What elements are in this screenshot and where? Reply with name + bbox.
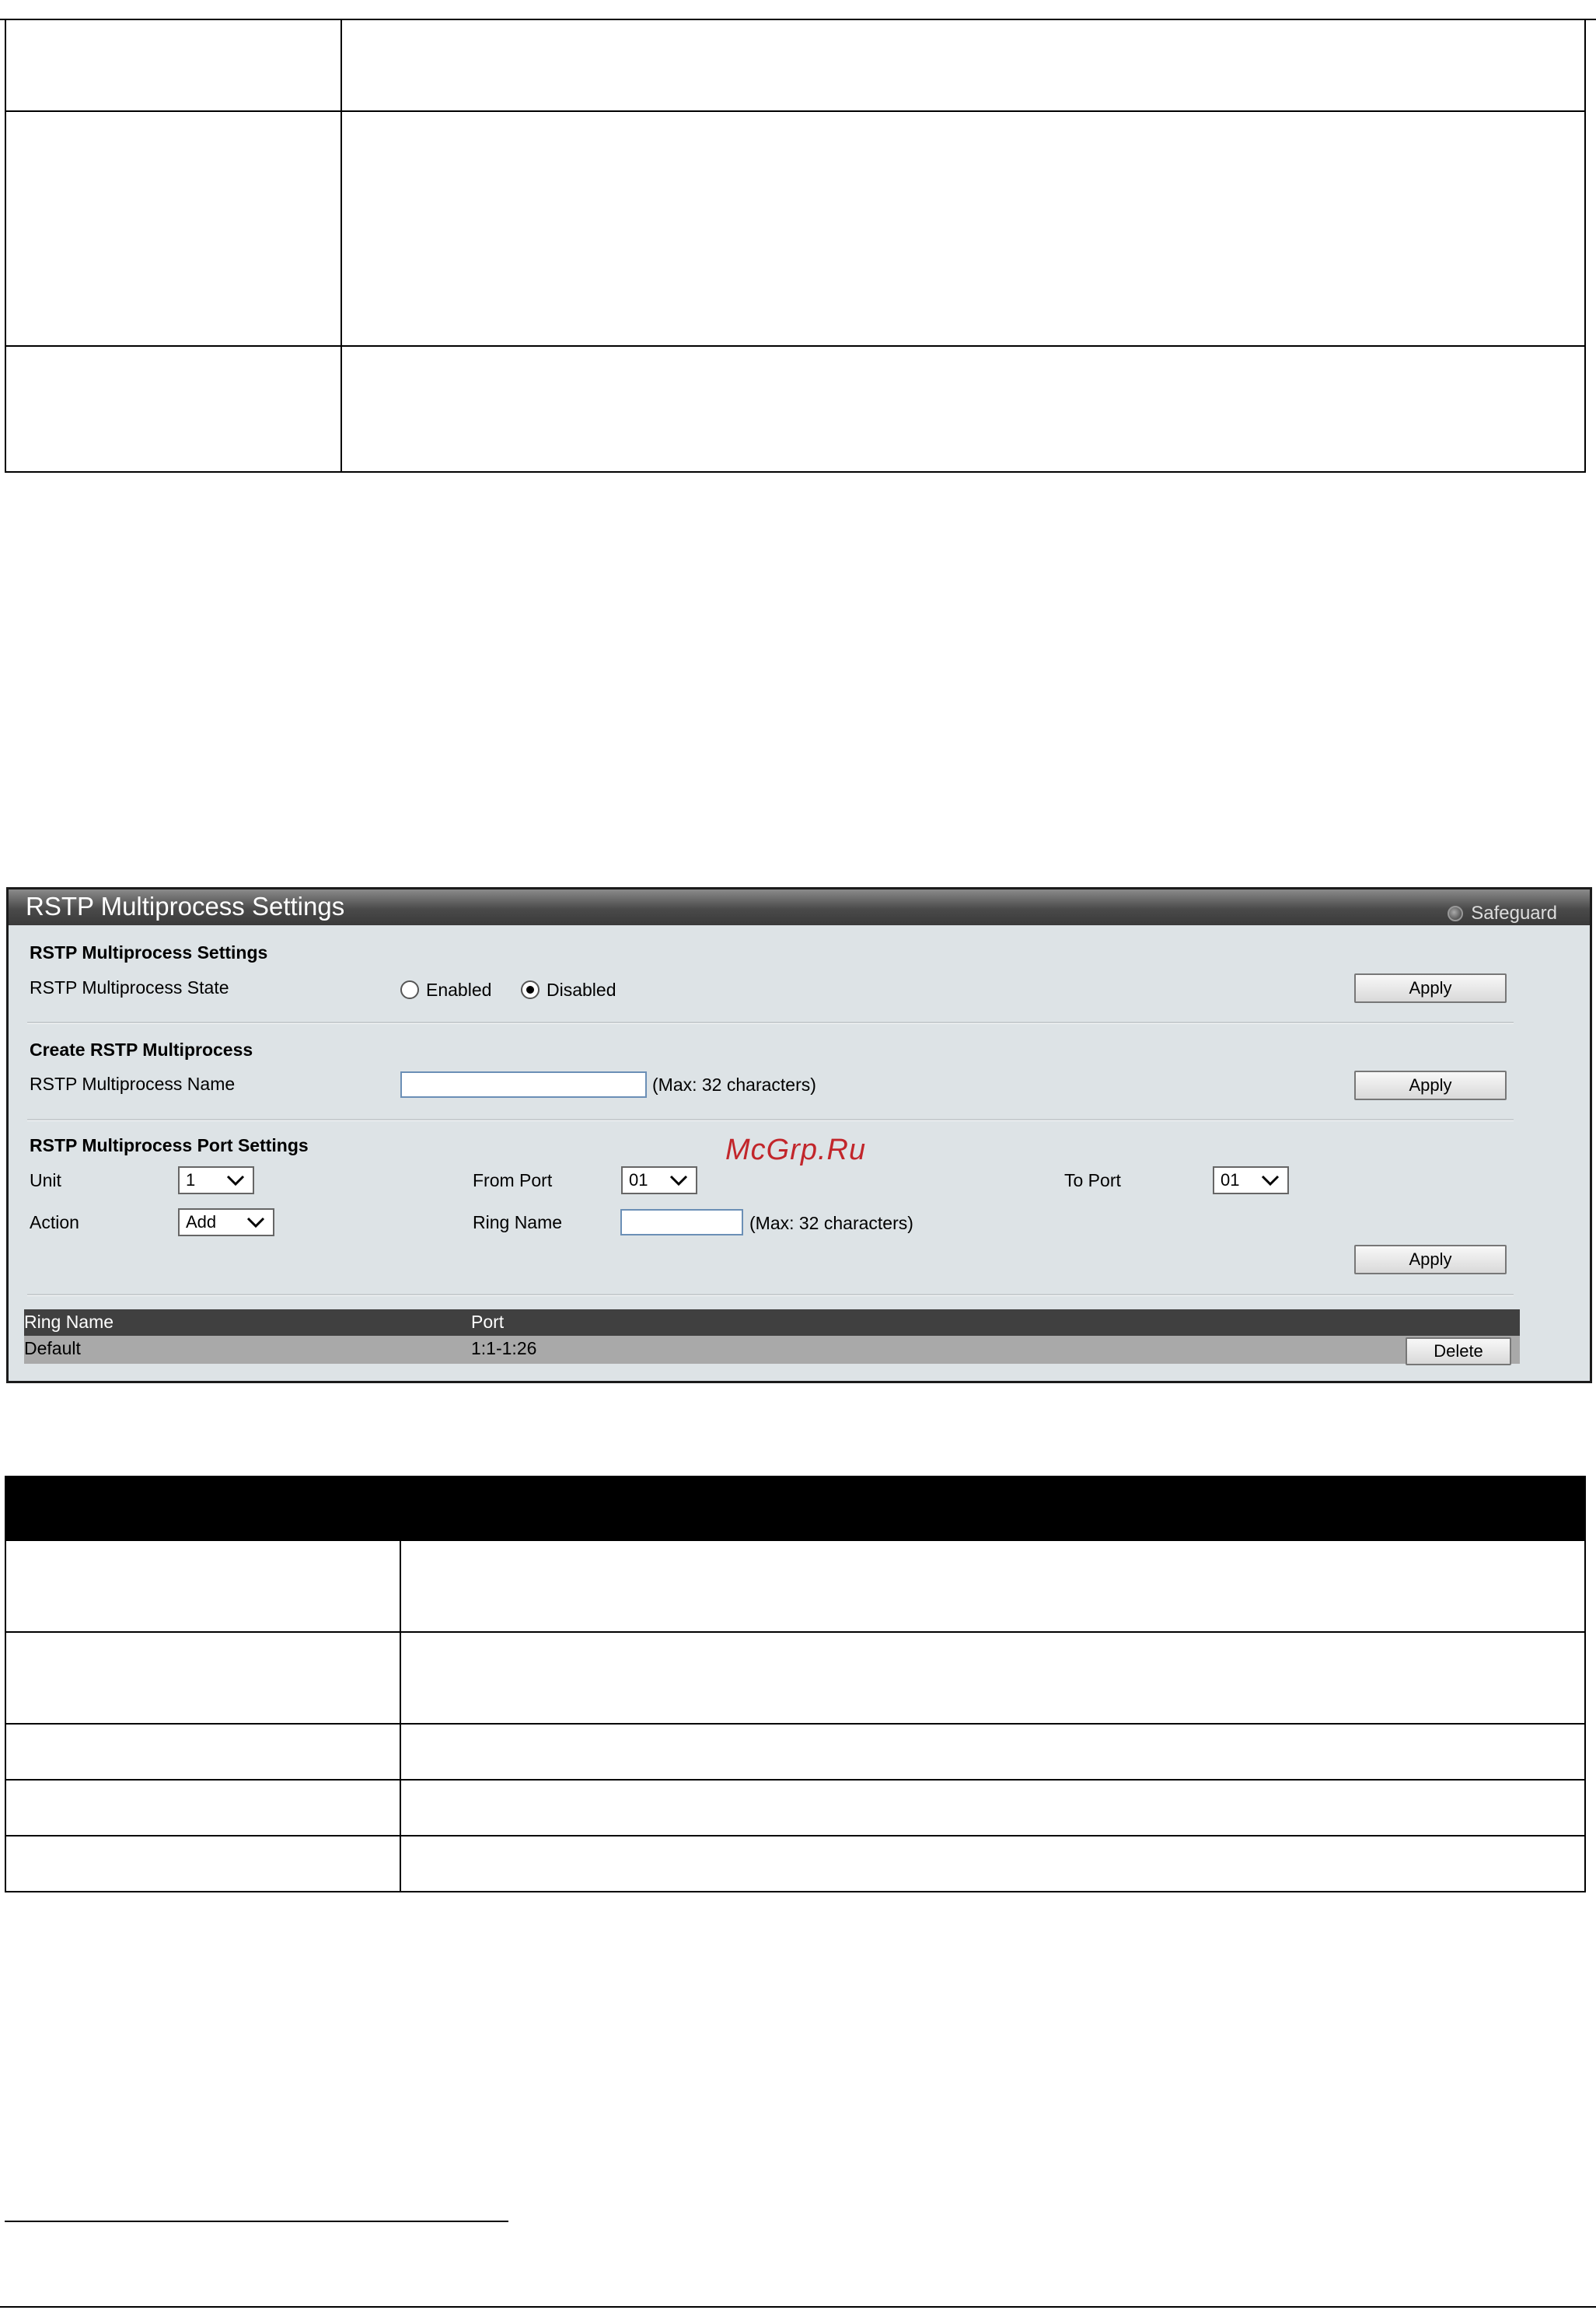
name-label: RSTP Multiprocess Name	[30, 1074, 236, 1094]
delete-button[interactable]: Delete	[1406, 1337, 1511, 1365]
port-apply-button[interactable]: Apply	[1354, 1245, 1507, 1274]
ring-name-input[interactable]	[620, 1209, 743, 1235]
table-cell	[5, 1835, 401, 1892]
from-port-value: 01	[629, 1170, 648, 1190]
table-cell	[400, 1631, 1586, 1725]
name-max-hint: (Max: 32 characters)	[652, 1075, 816, 1095]
create-apply-button[interactable]: Apply	[1354, 1071, 1507, 1100]
table-cell	[5, 110, 342, 347]
table-cell	[341, 19, 1586, 112]
chevron-down-icon	[669, 1175, 688, 1186]
table-cell	[341, 345, 1586, 473]
ring-table-header: Ring Name Port	[24, 1309, 1520, 1336]
safeguard-label: Safeguard	[1471, 903, 1557, 924]
table-cell	[5, 1539, 401, 1633]
settings-section-title: RSTP Multiprocess Settings	[30, 942, 268, 963]
to-port-select[interactable]: 01	[1213, 1166, 1289, 1194]
port-cell: 1:1-1:26	[471, 1338, 537, 1358]
bottom-rule	[0, 2306, 1596, 2308]
from-port-select[interactable]: 01	[621, 1166, 697, 1194]
table-cell	[400, 1779, 1586, 1836]
table-cell	[5, 1723, 401, 1781]
chevron-down-icon	[246, 1217, 265, 1228]
table-header-cell	[5, 1476, 401, 1541]
disabled-radio[interactable]	[521, 980, 540, 999]
table-cell	[5, 1779, 401, 1836]
from-port-label: From Port	[473, 1170, 553, 1190]
enabled-label: Enabled	[426, 980, 492, 1000]
port-header: Port	[471, 1312, 505, 1332]
enabled-radio[interactable]	[400, 980, 419, 999]
unit-label: Unit	[30, 1170, 61, 1190]
ring-name-max-hint: (Max: 32 characters)	[749, 1213, 913, 1233]
action-value: Add	[186, 1212, 217, 1232]
chevron-down-icon	[226, 1175, 245, 1186]
table-cell	[400, 1835, 1586, 1892]
state-label: RSTP Multiprocess State	[30, 977, 229, 998]
unit-value: 1	[186, 1170, 196, 1190]
state-apply-button[interactable]: Apply	[1354, 973, 1507, 1003]
divider	[27, 1119, 1514, 1121]
table-cell	[400, 1539, 1586, 1633]
divider	[27, 1022, 1514, 1024]
to-port-value: 01	[1221, 1170, 1240, 1190]
table-cell	[5, 345, 342, 473]
safeguard-icon	[1448, 906, 1464, 921]
table-row: Default 1:1-1:26 Delete	[24, 1336, 1520, 1365]
port-settings-section-title: RSTP Multiprocess Port Settings	[30, 1135, 309, 1155]
multiprocess-name-input[interactable]	[400, 1071, 647, 1098]
to-port-label: To Port	[1064, 1170, 1121, 1190]
safeguard-indicator: Safeguard	[1448, 896, 1557, 931]
ring-name-header: Ring Name	[24, 1312, 114, 1332]
ring-name-cell: Default	[24, 1338, 81, 1358]
parameter-table-top	[5, 19, 1586, 473]
parameter-table-bottom	[5, 1476, 1586, 1892]
action-label: Action	[30, 1212, 79, 1232]
footnote-rule	[5, 2221, 508, 2222]
panel-title-bar: RSTP Multiprocess Settings Safeguard	[9, 889, 1590, 925]
disabled-label: Disabled	[547, 980, 616, 1000]
create-section-title: Create RSTP Multiprocess	[30, 1040, 253, 1060]
table-cell	[341, 110, 1586, 347]
table-cell	[5, 19, 342, 112]
table-cell	[400, 1723, 1586, 1781]
watermark: McGrp.Ru	[725, 1134, 867, 1166]
action-select[interactable]: Add	[178, 1208, 274, 1236]
ring-name-label: Ring Name	[473, 1212, 563, 1232]
divider	[27, 1294, 1514, 1296]
unit-select[interactable]: 1	[178, 1166, 254, 1194]
table-header-cell	[400, 1476, 1586, 1541]
panel-title: RSTP Multiprocess Settings	[26, 892, 345, 921]
table-cell	[5, 1631, 401, 1725]
chevron-down-icon	[1261, 1175, 1280, 1186]
